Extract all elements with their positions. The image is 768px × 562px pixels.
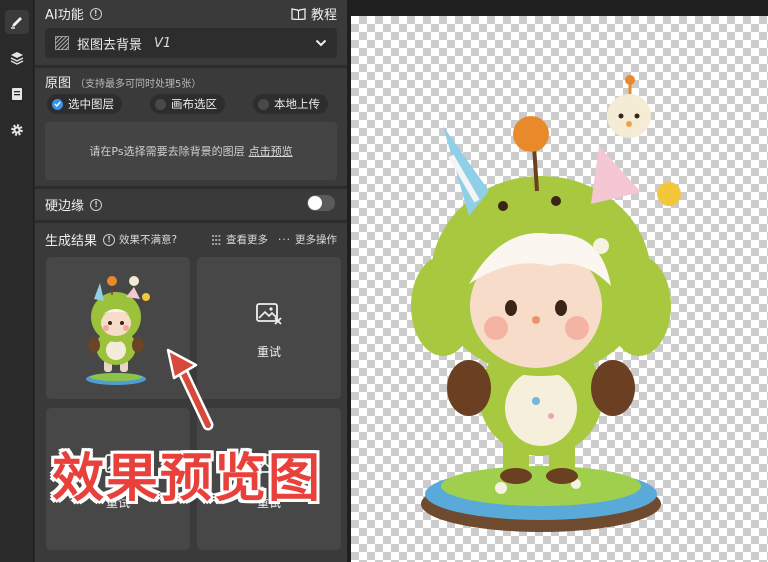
view-more-label: 查看更多	[225, 234, 268, 246]
layers-icon[interactable]	[5, 46, 29, 70]
mode-select[interactable]: 抠图去背景 V1	[45, 28, 337, 58]
source-drop-area[interactable]: 请在Ps选择需要去除背景的图层 点击预览	[45, 122, 337, 180]
hard-edge-label: 硬边缘	[45, 199, 85, 214]
hard-edge-row: 硬边缘 !	[45, 195, 103, 214]
toggle-knob	[308, 196, 322, 210]
retry-label: 重试	[256, 345, 281, 359]
radio-label: 选中图层	[68, 97, 114, 111]
radio-label: 画布选区	[171, 97, 217, 111]
info-icon: !	[103, 233, 116, 246]
tutorial-link[interactable]: 教程	[291, 4, 337, 23]
image-error-icon	[256, 303, 282, 325]
results-header: 生成结果 ! 效果不满意? 查看更多 ··· 更多操作	[45, 230, 337, 249]
document-icon[interactable]	[5, 82, 29, 106]
radio-selected-layer[interactable]: 选中图层	[47, 94, 122, 114]
radio-local-upload[interactable]: 本地上传	[253, 94, 328, 114]
stripes-icon	[55, 36, 69, 50]
overlay-caption: 效果预览图	[52, 449, 323, 509]
cutout-figure	[411, 75, 681, 532]
brush-icon[interactable]	[5, 10, 29, 34]
grid-icon	[211, 234, 221, 245]
unsatisfied-label: 效果不满意?	[119, 234, 178, 246]
check-icon	[52, 98, 63, 110]
more-ops-button[interactable]: ··· 更多操作	[278, 232, 337, 247]
source-title: 原图	[45, 76, 72, 91]
view-more-button[interactable]: 查看更多	[211, 232, 268, 247]
radio-label: 本地上传	[274, 97, 320, 111]
panel-header: AI功能 !	[45, 4, 102, 23]
more-ops-label: 更多操作	[295, 234, 337, 246]
mode-select-version: V1	[154, 35, 172, 51]
preview-link[interactable]: 点击预览	[249, 143, 293, 159]
result-thumbnail	[86, 276, 150, 385]
result-card-retry[interactable]: 重试	[197, 257, 341, 399]
book-icon	[291, 7, 306, 20]
result-card-image[interactable]	[46, 257, 190, 399]
panel-title: AI功能	[45, 8, 84, 23]
radio-canvas-selection[interactable]: 画布选区	[150, 94, 225, 114]
radio-dot	[155, 98, 166, 110]
results-title: 生成结果	[45, 234, 98, 249]
chevron-down-icon	[315, 39, 327, 47]
divider	[35, 65, 347, 68]
radio-dot	[258, 98, 269, 110]
divider	[35, 220, 347, 223]
ellipsis-icon: ···	[277, 233, 291, 246]
info-icon[interactable]: !	[90, 198, 103, 211]
tool-rail	[0, 0, 34, 562]
mode-select-value: 抠图去背景	[77, 37, 143, 53]
gear-icon[interactable]	[5, 118, 29, 142]
document-canvas[interactable]	[351, 16, 768, 562]
unsatisfied-link[interactable]: ! 效果不满意?	[103, 232, 177, 247]
hard-edge-toggle[interactable]	[307, 195, 335, 211]
divider	[35, 186, 347, 189]
source-hint: （支持最多可同时处理5张）	[75, 79, 202, 90]
source-header: 原图 （支持最多可同时处理5张）	[45, 72, 201, 91]
tutorial-label: 教程	[310, 8, 337, 23]
drop-text: 请在Ps选择需要去除背景的图层	[89, 145, 245, 158]
info-icon[interactable]: !	[89, 7, 102, 20]
